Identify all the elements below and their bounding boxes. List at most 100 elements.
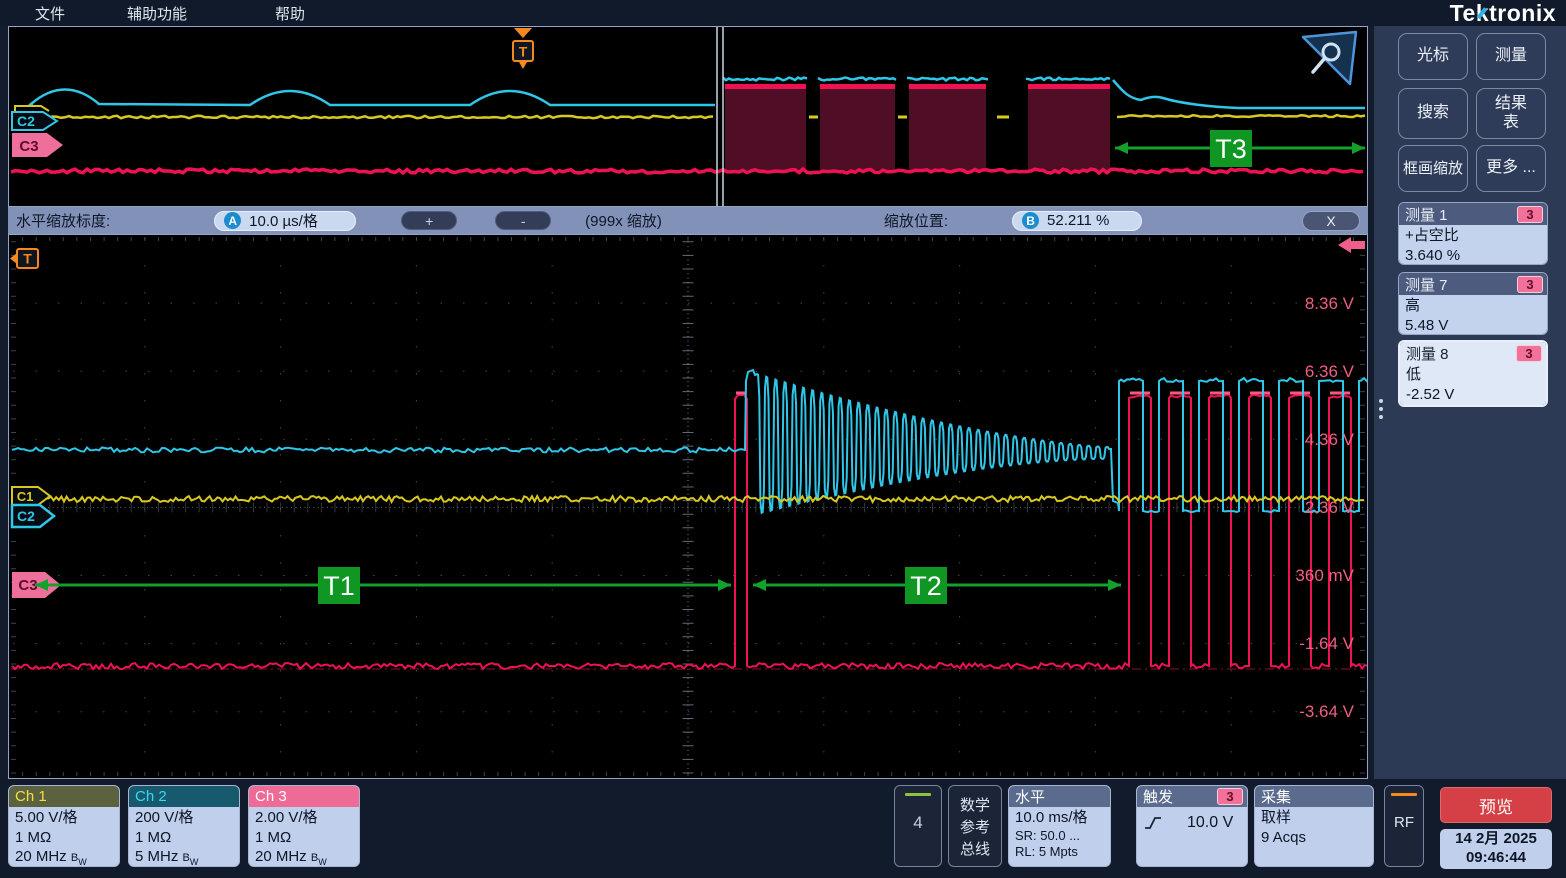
- ch3-scale: 2.00 V/格: [255, 808, 353, 828]
- t1-annotation: T1: [35, 567, 731, 604]
- measurement-title: 测量 1: [1405, 204, 1517, 225]
- ch3-impedance: 1 MΩ: [255, 828, 353, 848]
- math-ref-bus-button[interactable]: 数学参考总线: [948, 785, 1002, 867]
- svg-text:360 mV: 360 mV: [1295, 566, 1354, 585]
- more-button[interactable]: 更多 ...: [1476, 145, 1546, 192]
- voltage-scale-labels: 8.36 V 6.36 V 4.36 V 2.36 V 360 mV -1.64…: [1295, 294, 1354, 721]
- trigger-level-arrow[interactable]: [1338, 237, 1365, 253]
- horizontal-scale: 10.0 ms/格: [1015, 808, 1104, 828]
- measurement-name: +占空比: [1405, 226, 1541, 246]
- svg-text:2.36 V: 2.36 V: [1305, 498, 1355, 517]
- zoom-toolbar: 水平缩放标度: A 10.0 µs/格 + - (999x 缩放) 缩放位置: …: [8, 207, 1368, 234]
- svg-text:6.36 V: 6.36 V: [1305, 362, 1355, 381]
- t2-annotation: T2: [753, 567, 1121, 604]
- panel-resize-handle[interactable]: [1377, 399, 1385, 419]
- ch2-impedance: 1 MΩ: [135, 828, 233, 848]
- rf-button[interactable]: RF: [1384, 785, 1424, 867]
- menu-file[interactable]: 文件: [35, 3, 65, 24]
- trigger-position-marker[interactable]: T: [513, 28, 533, 69]
- right-sidebar: 光标 测量 搜索 结果表 框画缩放 更多 ... 测量 13 +占空比3.640…: [1374, 26, 1566, 779]
- measurement-title: 测量 8: [1406, 343, 1516, 364]
- overview-waveforms: [11, 78, 1365, 174]
- measurement-title: 测量 7: [1405, 274, 1517, 295]
- bottom-settings-bar: Ch 1 5.00 V/格 1 MΩ 20 MHz BW Ch 2 200 V/…: [0, 779, 1566, 878]
- oscilloscope-screen: 文件 辅助功能 帮助 Tektronix C2 C3: [0, 0, 1566, 878]
- zoom-position-label: 缩放位置:: [884, 210, 948, 231]
- waveform-overview-panel: C2 C3 T T3: [8, 26, 1368, 207]
- trigger-level: 10.0 V: [1187, 813, 1233, 834]
- ch3-bandwidth: 20 MHz BW: [255, 847, 353, 867]
- zoom-position-control[interactable]: B 52.211 %: [1012, 211, 1142, 231]
- ch1-bandwidth: 20 MHz BW: [15, 847, 113, 867]
- cursors-button[interactable]: 光标: [1398, 33, 1468, 80]
- svg-text:T: T: [519, 44, 528, 60]
- c3-channel-tag[interactable]: C3: [12, 133, 63, 157]
- c2-channel-tag[interactable]: C2: [12, 505, 54, 527]
- preview-status-button[interactable]: 预览: [1440, 787, 1552, 823]
- acquisition-mode: 取样: [1261, 808, 1367, 828]
- channel-4-color-bar: [905, 793, 931, 796]
- zoom-close-button[interactable]: X: [1302, 211, 1360, 231]
- svg-text:T3: T3: [1215, 134, 1247, 164]
- menu-utility[interactable]: 辅助功能: [127, 3, 187, 24]
- knob-a-icon: A: [224, 212, 241, 229]
- source-channel-chip: 3: [1517, 276, 1543, 293]
- trigger-source-tag[interactable]: T: [10, 249, 38, 268]
- menu-help[interactable]: 帮助: [275, 3, 305, 24]
- measurement-badge-7[interactable]: 测量 73 高5.48 V: [1398, 272, 1548, 335]
- record-length: RL: 5 Mpts: [1015, 844, 1104, 861]
- svg-text:C3: C3: [19, 138, 38, 155]
- date-label: 14 2月 2025: [1455, 830, 1537, 849]
- sample-rate: SR: 50.0 ...: [1015, 828, 1104, 845]
- ch2-bandwidth: 5 MHz BW: [135, 847, 233, 867]
- svg-text:C2: C2: [17, 508, 35, 524]
- search-button[interactable]: 搜索: [1398, 88, 1468, 139]
- measurement-value: 5.48 V: [1405, 316, 1541, 335]
- c1-channel-tag[interactable]: C1: [12, 487, 50, 505]
- add-channel-4-button[interactable]: 4: [894, 785, 942, 867]
- measurement-value: 3.640 %: [1405, 246, 1541, 265]
- t3-annotation: T3: [1115, 130, 1365, 167]
- results-table-button[interactable]: 结果表: [1476, 88, 1546, 139]
- draw-zoom-button[interactable]: 框画缩放: [1398, 145, 1468, 192]
- zoom-out-button[interactable]: -: [495, 211, 551, 230]
- channel-2-badge[interactable]: Ch 2 200 V/格 1 MΩ 5 MHz BW: [128, 785, 240, 867]
- svg-text:8.36 V: 8.36 V: [1305, 294, 1355, 313]
- svg-text:T2: T2: [910, 571, 942, 601]
- channel-1-badge[interactable]: Ch 1 5.00 V/格 1 MΩ 20 MHz BW: [8, 785, 120, 867]
- measurement-name: 高: [1405, 296, 1541, 316]
- svg-text:-3.64 V: -3.64 V: [1299, 702, 1354, 721]
- zoom-scale-label: 水平缩放标度:: [16, 210, 110, 231]
- trigger-badge[interactable]: 触发3 10.0 V: [1136, 785, 1248, 867]
- svg-text:C3: C3: [18, 577, 37, 594]
- ch1-impedance: 1 MΩ: [15, 828, 113, 848]
- svg-text:-1.64 V: -1.64 V: [1299, 634, 1354, 653]
- measurement-badge-8[interactable]: 测量 83 低-2.52 V: [1398, 340, 1548, 407]
- acquisition-badge[interactable]: 采集 取样 9 Acqs: [1254, 785, 1374, 867]
- zoom-window-divider[interactable]: [717, 27, 723, 206]
- channel-3-badge[interactable]: Ch 3 2.00 V/格 1 MΩ 20 MHz BW: [248, 785, 360, 867]
- tektronix-logo: Tektronix: [1450, 0, 1556, 26]
- zoom-factor-label: (999x 缩放): [585, 210, 662, 231]
- measure-button[interactable]: 测量: [1476, 33, 1546, 80]
- measurement-badge-1[interactable]: 测量 13 +占空比3.640 %: [1398, 202, 1548, 265]
- measurement-value: -2.52 V: [1406, 385, 1540, 405]
- zoom-in-button[interactable]: +: [401, 211, 457, 230]
- graticule-grid: [11, 237, 1365, 776]
- horizontal-badge[interactable]: 水平 10.0 ms/格 SR: 50.0 ... RL: 5 Mpts: [1008, 785, 1111, 867]
- acquisition-count: 9 Acqs: [1261, 828, 1367, 848]
- time-label: 09:46:44: [1466, 849, 1526, 868]
- c2-channel-tag[interactable]: C2: [12, 112, 57, 130]
- menu-bar: 文件 辅助功能 帮助 Tektronix: [0, 0, 1566, 26]
- zoom-scale-control[interactable]: A 10.0 µs/格: [214, 211, 356, 231]
- source-channel-chip: 3: [1516, 345, 1542, 362]
- zoom-position-value: 52.211 %: [1047, 212, 1109, 229]
- datetime-display: 14 2月 2025 09:46:44: [1440, 829, 1552, 869]
- zoom-magnifier-icon[interactable]: [1303, 32, 1356, 84]
- svg-text:C1: C1: [17, 489, 34, 504]
- svg-text:C2: C2: [17, 113, 35, 129]
- ch2-scale: 200 V/格: [135, 808, 233, 828]
- measurement-name: 低: [1406, 365, 1540, 385]
- main-waveform-display: T C1 C2 C3 T1: [8, 234, 1368, 779]
- ch1-scale: 5.00 V/格: [15, 808, 113, 828]
